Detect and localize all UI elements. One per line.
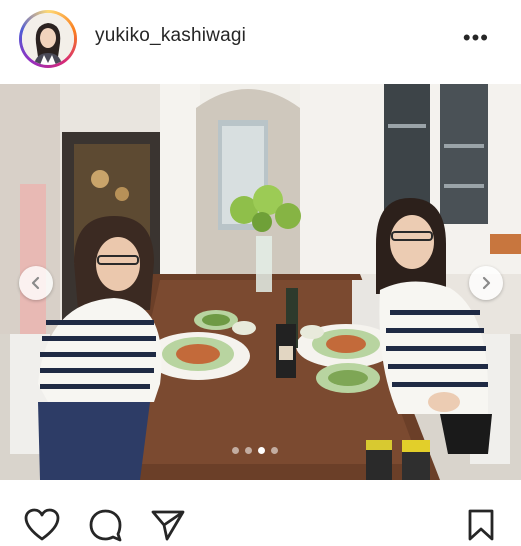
post-header: yukiko_kashiwagi ••• — [0, 0, 521, 82]
bookmark-icon[interactable] — [466, 508, 496, 542]
carousel-dots — [232, 447, 278, 454]
comment-icon[interactable] — [88, 508, 124, 542]
avatar[interactable] — [22, 13, 74, 65]
story-ring[interactable] — [19, 10, 77, 68]
more-options-icon[interactable]: ••• — [463, 27, 489, 49]
username[interactable]: yukiko_kashiwagi — [95, 25, 246, 47]
post-photo[interactable] — [0, 84, 521, 480]
chevron-right-icon — [482, 276, 491, 290]
carousel-dot-active[interactable] — [258, 447, 265, 454]
carousel-next-button[interactable] — [469, 266, 503, 300]
carousel-dot[interactable] — [232, 447, 239, 454]
carousel-dot[interactable] — [271, 447, 278, 454]
post-actions — [0, 480, 521, 546]
chevron-left-icon — [31, 276, 40, 290]
send-icon[interactable] — [150, 508, 186, 542]
carousel-prev-button[interactable] — [19, 266, 53, 300]
heart-icon[interactable] — [24, 508, 60, 542]
carousel-dot[interactable] — [245, 447, 252, 454]
